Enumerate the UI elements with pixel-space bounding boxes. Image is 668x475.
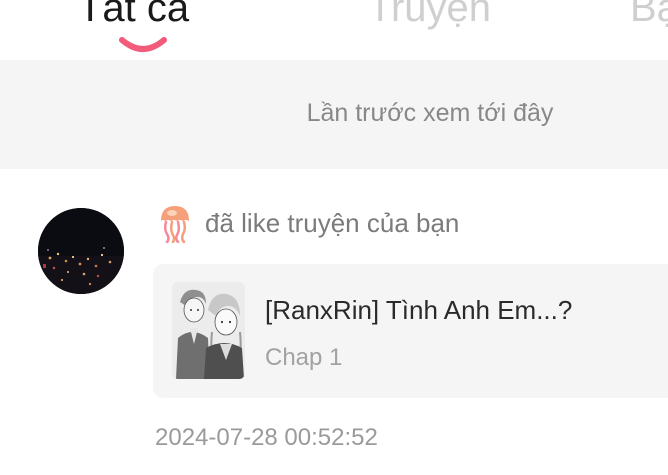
notification-action-text: đã like truyện của bạn: [205, 207, 460, 238]
tab-stories[interactable]: Truyện: [368, 0, 491, 32]
user-avatar[interactable]: [38, 208, 124, 294]
active-tab-smile-indicator: [119, 37, 167, 52]
story-cover-image: [172, 282, 245, 379]
jellyfish-icon: [161, 206, 189, 243]
last-seen-label: Lần trước xem tới đây: [306, 99, 554, 127]
notification-timestamp: 2024-07-28 00:52:52: [155, 424, 378, 451]
manga-cover-thumbnail-icon: [172, 282, 245, 379]
notification-action-line: đã like truyện của bạn: [157, 203, 459, 243]
tab-third[interactable]: Bạ: [630, 0, 668, 32]
story-title[interactable]: [RanxRin] Tình Anh Em...?: [265, 295, 572, 326]
tab-all[interactable]: Tất cả: [78, 0, 189, 32]
tab-bar: Tất cả Truyện Bạ: [0, 0, 668, 60]
story-chapter: Chap 1: [265, 344, 343, 371]
last-seen-banner: Lần trước xem tới đây: [0, 60, 668, 169]
story-card[interactable]: [RanxRin] Tình Anh Em...? Chap 1: [153, 264, 668, 398]
city-night-avatar-icon: [38, 208, 124, 294]
notifications-page: Tất cả Truyện Bạ Lần trước xem tới đây đ…: [0, 0, 668, 475]
